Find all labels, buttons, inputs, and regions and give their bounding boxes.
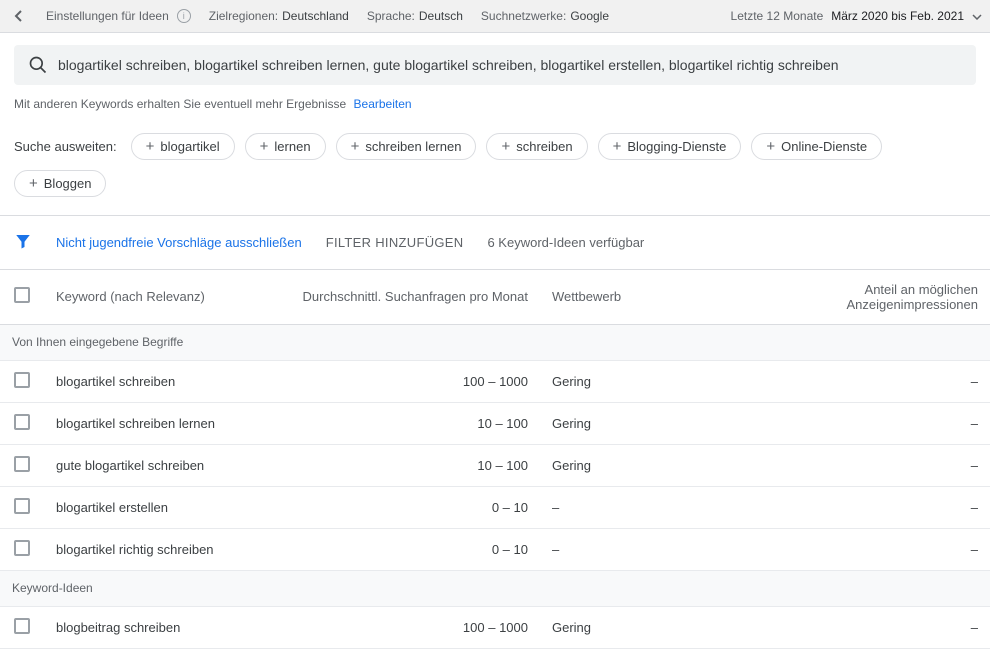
cell-impressions: – bbox=[760, 528, 990, 570]
chevron-down-icon bbox=[972, 9, 982, 23]
cell-volume: 10 – 100 bbox=[284, 402, 540, 444]
cell-keyword: blogartikel schreiben lernen bbox=[44, 402, 284, 444]
filter-row: Nicht jugendfreie Vorschläge ausschließe… bbox=[0, 216, 990, 270]
plus-icon: + bbox=[351, 139, 360, 154]
row-checkbox[interactable] bbox=[14, 414, 30, 430]
expand-search-row: Suche ausweiten: + blogartikel + lernen + sch… bbox=[0, 123, 990, 216]
expand-chip[interactable]: + blogartikel bbox=[131, 133, 235, 160]
language-selector[interactable]: Sprache: Deutsch bbox=[367, 9, 463, 23]
plus-icon: + bbox=[613, 139, 622, 154]
chip-label: blogartikel bbox=[160, 139, 219, 154]
search-query-text: blogartikel schreiben, blogartikel schre… bbox=[58, 57, 962, 73]
cell-competition: – bbox=[540, 486, 760, 528]
expand-chip[interactable]: + schreiben lernen bbox=[336, 133, 477, 160]
cell-keyword: blogartikel richtig schreiben bbox=[44, 528, 284, 570]
topbar: Einstellungen für Ideen i Zielregionen: … bbox=[0, 0, 990, 33]
cell-competition: Gering bbox=[540, 360, 760, 402]
cell-impressions: – bbox=[760, 360, 990, 402]
cell-competition: Gering bbox=[540, 402, 760, 444]
plus-icon: + bbox=[146, 139, 155, 154]
chip-label: schreiben bbox=[516, 139, 572, 154]
table-row[interactable]: blogartikel richtig schreiben0 – 10–– bbox=[0, 528, 990, 570]
chip-label: Bloggen bbox=[44, 176, 92, 191]
cell-volume: 0 – 10 bbox=[284, 486, 540, 528]
expand-chip[interactable]: + Bloggen bbox=[14, 170, 106, 197]
cell-competition: Gering bbox=[540, 444, 760, 486]
table-header-row: Keyword (nach Relevanz) Durchschnittl. S… bbox=[0, 270, 990, 324]
cell-competition: – bbox=[540, 528, 760, 570]
search-icon bbox=[28, 55, 48, 75]
row-checkbox[interactable] bbox=[14, 372, 30, 388]
date-range-selector[interactable]: Letzte 12 Monate März 2020 bis Feb. 2021 bbox=[731, 9, 982, 23]
row-checkbox[interactable] bbox=[14, 540, 30, 556]
network-selector[interactable]: Suchnetzwerke: Google bbox=[481, 9, 609, 23]
expand-chip[interactable]: + Online-Dienste bbox=[751, 133, 882, 160]
info-icon: i bbox=[177, 9, 191, 23]
cell-volume: 10 – 100 bbox=[284, 444, 540, 486]
cell-volume: 100 – 1000 bbox=[284, 606, 540, 648]
row-checkbox[interactable] bbox=[14, 498, 30, 514]
cell-competition: Gering bbox=[540, 606, 760, 648]
cell-keyword: gute blogartikel schreiben bbox=[44, 444, 284, 486]
edit-link[interactable]: Bearbeiten bbox=[354, 97, 412, 111]
cell-impressions: – bbox=[760, 402, 990, 444]
table-row[interactable]: blogartikel schreiben100 – 1000Gering– bbox=[0, 360, 990, 402]
table-row[interactable]: blogartikel erstellen0 – 10–– bbox=[0, 486, 990, 528]
header-volume[interactable]: Durchschnittl. Suchanfragen pro Monat bbox=[284, 270, 540, 324]
plus-icon: + bbox=[766, 139, 775, 154]
cell-impressions: – bbox=[760, 486, 990, 528]
note-line: Mit anderen Keywords erhalten Sie eventu… bbox=[0, 93, 990, 123]
expand-chip[interactable]: + lernen bbox=[245, 133, 326, 160]
header-keyword[interactable]: Keyword (nach Relevanz) bbox=[44, 270, 284, 324]
plus-icon: + bbox=[29, 176, 38, 191]
filter-icon[interactable] bbox=[14, 232, 32, 253]
row-checkbox[interactable] bbox=[14, 456, 30, 472]
settings-ideas[interactable]: Einstellungen für Ideen i bbox=[46, 9, 191, 23]
add-filter-button[interactable]: FILTER HINZUFÜGEN bbox=[326, 235, 464, 250]
header-competition[interactable]: Wettbewerb bbox=[540, 270, 760, 324]
cell-keyword: blogartikel erstellen bbox=[44, 486, 284, 528]
header-impressions[interactable]: Anteil an möglichen Anzeigenimpressionen bbox=[760, 270, 990, 324]
chip-label: Blogging-Dienste bbox=[627, 139, 726, 154]
table-section-header: Keyword-Ideen bbox=[0, 570, 990, 606]
result-count: 6 Keyword-Ideen verfügbar bbox=[487, 235, 644, 250]
table-row[interactable]: gute blogartikel schreiben10 – 100Gering… bbox=[0, 444, 990, 486]
plus-icon: + bbox=[501, 139, 510, 154]
search-input[interactable]: blogartikel schreiben, blogartikel schre… bbox=[14, 45, 976, 85]
expand-chip[interactable]: + Blogging-Dienste bbox=[598, 133, 742, 160]
chip-label: schreiben lernen bbox=[365, 139, 461, 154]
keywords-table: Keyword (nach Relevanz) Durchschnittl. S… bbox=[0, 270, 990, 649]
exclude-adult-toggle[interactable]: Nicht jugendfreie Vorschläge ausschließe… bbox=[56, 235, 302, 250]
cell-impressions: – bbox=[760, 444, 990, 486]
cell-volume: 100 – 1000 bbox=[284, 360, 540, 402]
table-row[interactable]: blogbeitrag schreiben100 – 1000Gering– bbox=[0, 606, 990, 648]
chip-label: Online-Dienste bbox=[781, 139, 867, 154]
plus-icon: + bbox=[260, 139, 269, 154]
cell-impressions: – bbox=[760, 606, 990, 648]
cell-keyword: blogartikel schreiben bbox=[44, 360, 284, 402]
select-all-checkbox[interactable] bbox=[14, 287, 30, 303]
table-section-header: Von Ihnen eingegebene Begriffe bbox=[0, 324, 990, 360]
row-checkbox[interactable] bbox=[14, 618, 30, 634]
expand-chip[interactable]: + schreiben bbox=[486, 133, 587, 160]
expand-label: Suche ausweiten: bbox=[14, 139, 117, 154]
chip-label: lernen bbox=[274, 139, 310, 154]
region-selector[interactable]: Zielregionen: Deutschland bbox=[209, 9, 349, 23]
cell-keyword: blogbeitrag schreiben bbox=[44, 606, 284, 648]
back-button[interactable] bbox=[8, 6, 28, 26]
table-row[interactable]: blogartikel schreiben lernen10 – 100Geri… bbox=[0, 402, 990, 444]
cell-volume: 0 – 10 bbox=[284, 528, 540, 570]
